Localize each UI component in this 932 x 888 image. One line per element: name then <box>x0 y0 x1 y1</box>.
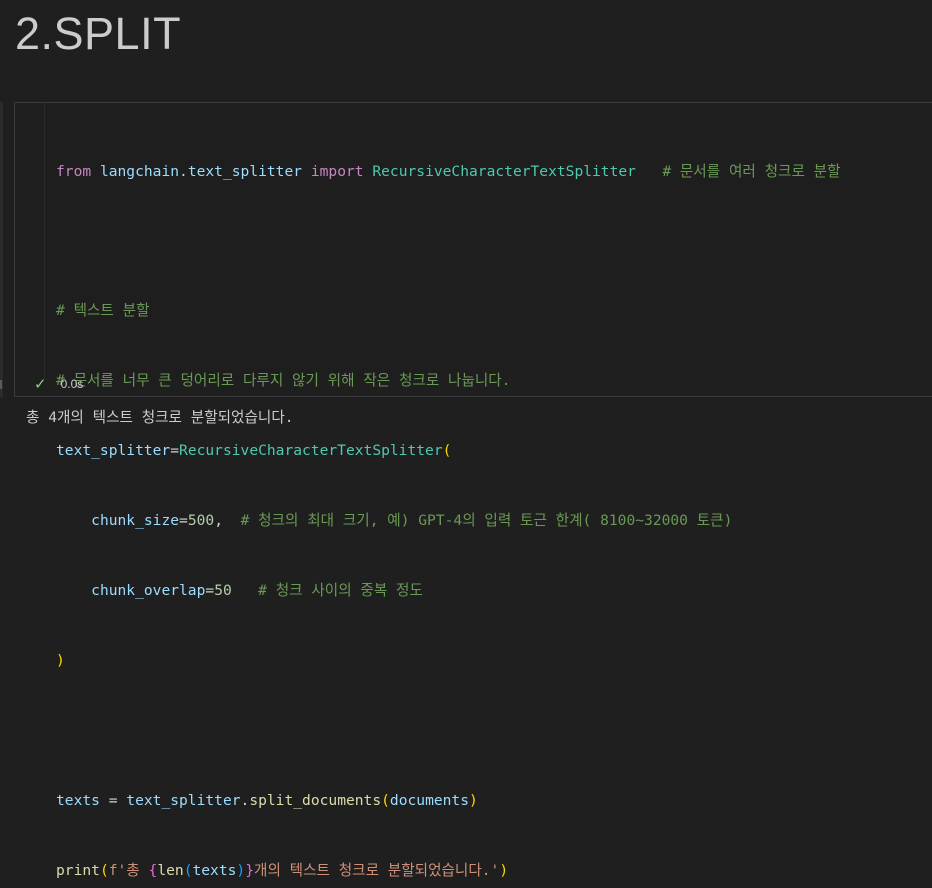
class-name: RecursiveCharacterTextSplitter <box>179 442 443 460</box>
dot: . <box>240 791 250 809</box>
comma: , <box>214 512 223 530</box>
code-line-1: from langchain.text_splitter import Recu… <box>56 160 841 183</box>
code-comment: # 텍스트 분할 <box>56 302 150 320</box>
class-name: RecursiveCharacterTextSplitter <box>372 162 636 180</box>
string: 개의 텍스트 청크로 분할되었습니다.' <box>254 861 500 879</box>
operator: = <box>205 581 215 599</box>
bracket: ( <box>183 861 193 879</box>
bracket: } <box>245 861 255 879</box>
code-comment: # 문서를 여러 청크로 분할 <box>662 162 841 180</box>
argument: documents <box>389 791 469 809</box>
cell-gutter <box>0 102 3 397</box>
execution-time: 0.0s <box>60 377 84 391</box>
code-line-4: # 문서를 너무 큰 덩어리로 다루지 않기 위해 작은 청크로 나눕니다. <box>56 369 841 392</box>
string: f'총 <box>108 861 149 879</box>
bracket: ) <box>469 791 478 809</box>
module-name: langchain.text_splitter <box>99 162 303 180</box>
bracket: ( <box>99 861 109 879</box>
number: 500 <box>187 512 215 530</box>
cell-status: ✓ 0.0s <box>34 375 83 393</box>
code-comment: # 문서를 너무 큰 덩어리로 다루지 않기 위해 작은 청크로 나눕니다. <box>56 372 511 390</box>
function-name: print <box>56 861 100 879</box>
variable: texts <box>56 791 100 809</box>
argument: texts <box>192 861 237 879</box>
operator: = <box>179 512 188 530</box>
code-line-6: chunk_size=500, # 청크의 최대 크기, 예) GPT-4의 입… <box>56 509 841 532</box>
code-line-8: ) <box>56 649 841 672</box>
function-name: split_documents <box>249 791 382 809</box>
code-line-10: texts = text_splitter.split_documents(do… <box>56 789 841 812</box>
code-line-11: print(f'총 {len(texts)}개의 텍스트 청크로 분할되었습니다… <box>56 859 841 882</box>
keyword-import: import <box>310 162 364 180</box>
cell-output: 총 4개의 텍스트 청크로 분할되었습니다. <box>26 409 294 426</box>
bracket: ) <box>56 651 65 669</box>
bracket: { <box>148 861 158 879</box>
operator: = <box>170 442 180 460</box>
variable: text_splitter <box>56 442 171 460</box>
code-comment: # 청크 사이의 중복 정도 <box>258 581 423 599</box>
markdown-heading: 2.SPLIT <box>15 8 182 59</box>
code-line-7: chunk_overlap=50 # 청크 사이의 중복 정도 <box>56 579 841 602</box>
code-line-3: # 텍스트 분할 <box>56 299 841 322</box>
bracket: ( <box>442 442 452 460</box>
cell-collapse-handle[interactable] <box>0 380 2 389</box>
check-icon: ✓ <box>34 376 47 393</box>
parameter: chunk_overlap <box>91 581 206 599</box>
function-name: len <box>157 861 184 879</box>
bracket: ) <box>499 861 509 879</box>
operator: = <box>99 791 127 809</box>
variable: text_splitter <box>126 791 241 809</box>
code-text[interactable]: from langchain.text_splitter import Recu… <box>56 113 841 888</box>
bracket: ( <box>381 791 390 809</box>
code-line-5: text_splitter=RecursiveCharacterTextSpli… <box>56 439 841 462</box>
code-comment: # 청크의 최대 크기, 예) GPT-4의 입력 토근 한계( 8100~32… <box>240 512 733 530</box>
bracket: ) <box>236 861 246 879</box>
parameter: chunk_size <box>91 512 180 530</box>
keyword-from: from <box>56 162 92 180</box>
number: 50 <box>214 581 232 599</box>
